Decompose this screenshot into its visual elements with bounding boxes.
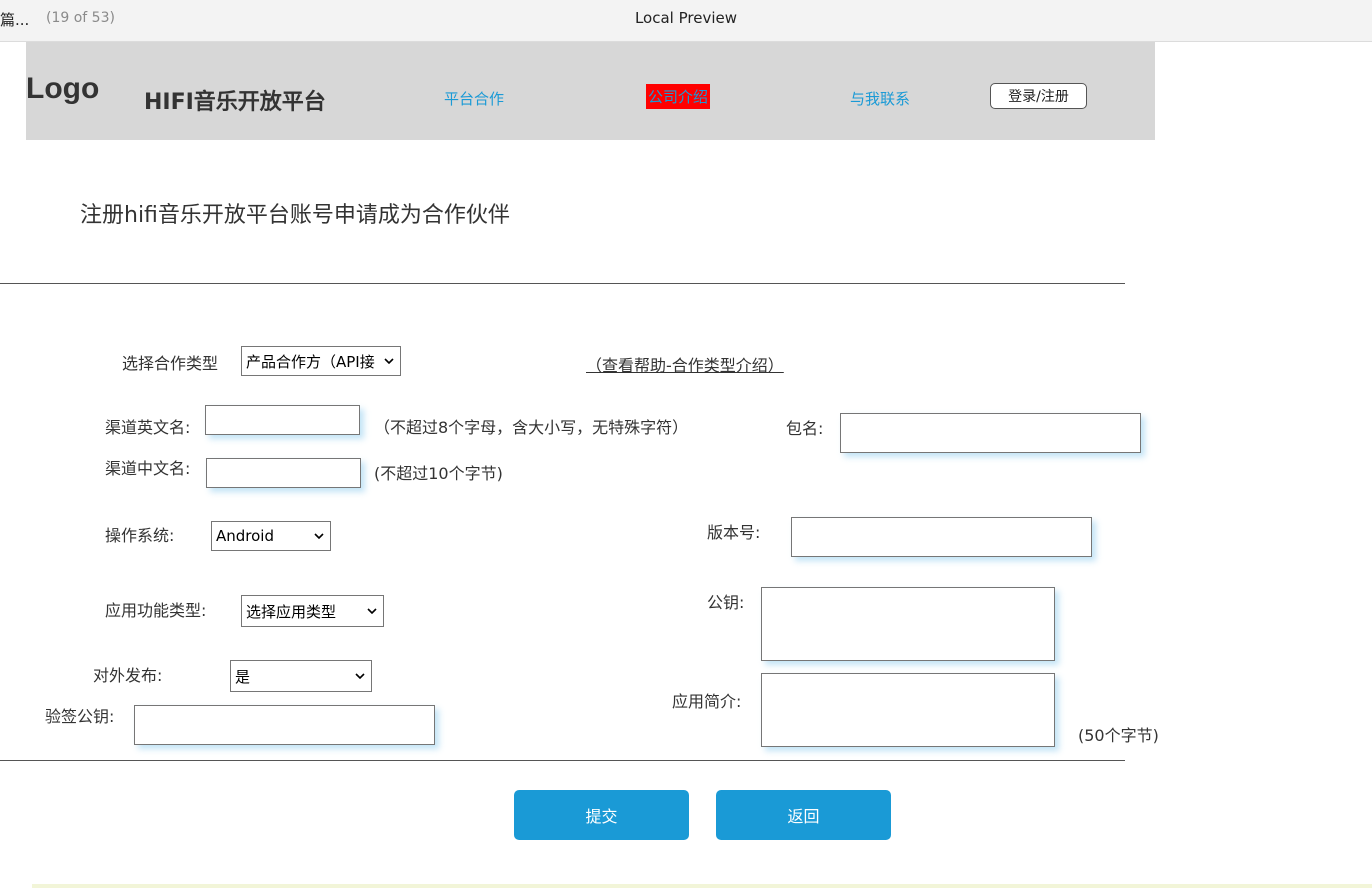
- brand-name: HIFI音乐开放平台: [144, 90, 326, 115]
- divider-top: [0, 283, 1125, 284]
- intro-label: 应用简介:: [672, 692, 742, 711]
- logo: Logo: [26, 72, 100, 105]
- chevron-down-icon: [353, 669, 367, 683]
- intro-textarea[interactable]: [761, 673, 1055, 747]
- channel-en-hint: （不超过8个字母，含大小写，无特殊字符）: [374, 418, 689, 437]
- version-input[interactable]: [791, 517, 1092, 557]
- channel-cn-label: 渠道中文名:: [105, 459, 191, 478]
- chevron-down-icon: [382, 354, 396, 368]
- window-title: Local Preview: [634, 9, 738, 27]
- publish-select[interactable]: 是: [230, 660, 372, 692]
- chevron-down-icon: [312, 529, 326, 543]
- public-key-textarea[interactable]: [761, 587, 1055, 661]
- publish-value: 是: [235, 667, 251, 686]
- channel-cn-hint: (不超过10个字节): [374, 464, 503, 483]
- app-type-label: 应用功能类型:: [105, 601, 207, 620]
- back-button[interactable]: 返回: [716, 790, 891, 840]
- divider-bottom: [0, 760, 1125, 761]
- coop-type-select[interactable]: 产品合作方（API接: [241, 346, 401, 376]
- coop-type-label: 选择合作类型: [122, 354, 219, 373]
- login-register-button[interactable]: 登录/注册: [990, 83, 1087, 109]
- public-key-label: 公钥:: [707, 593, 745, 612]
- app-type-value: 选择应用类型: [246, 602, 337, 621]
- nav-company-intro[interactable]: 公司介绍: [646, 84, 711, 109]
- site-header: Logo HIFI音乐开放平台 平台合作 公司介绍 与我联系 登录/注册: [26, 42, 1155, 140]
- package-input[interactable]: [840, 413, 1141, 453]
- chevron-down-icon: [365, 604, 379, 618]
- help-coop-type-link[interactable]: （查看帮助-合作类型介绍）: [586, 352, 784, 376]
- coop-type-value: 产品合作方（API接: [246, 352, 375, 371]
- channel-en-input[interactable]: [205, 405, 360, 435]
- publish-label: 对外发布:: [93, 666, 163, 685]
- os-select[interactable]: Android: [211, 521, 331, 551]
- nav-platform-partnership[interactable]: 平台合作: [444, 88, 504, 109]
- verify-key-label: 验签公钥:: [45, 707, 115, 726]
- preview-title-bar: 篇... (19 of 53) Local Preview: [0, 0, 1372, 42]
- version-label: 版本号:: [707, 523, 761, 542]
- verify-key-input[interactable]: [134, 705, 435, 745]
- submit-button[interactable]: 提交: [514, 790, 689, 840]
- app-type-select[interactable]: 选择应用类型: [241, 595, 384, 627]
- package-label: 包名:: [786, 419, 824, 438]
- os-value: Android: [216, 527, 274, 545]
- channel-en-label: 渠道英文名:: [105, 418, 191, 437]
- channel-cn-input[interactable]: [206, 458, 361, 488]
- intro-hint: (50个字节): [1078, 726, 1159, 745]
- nav-contact-me[interactable]: 与我联系: [850, 88, 910, 109]
- page-title: 注册hifi音乐开放平台账号申请成为合作伙伴: [80, 203, 510, 228]
- os-label: 操作系统:: [105, 526, 175, 545]
- bottom-strip: [32, 884, 1372, 888]
